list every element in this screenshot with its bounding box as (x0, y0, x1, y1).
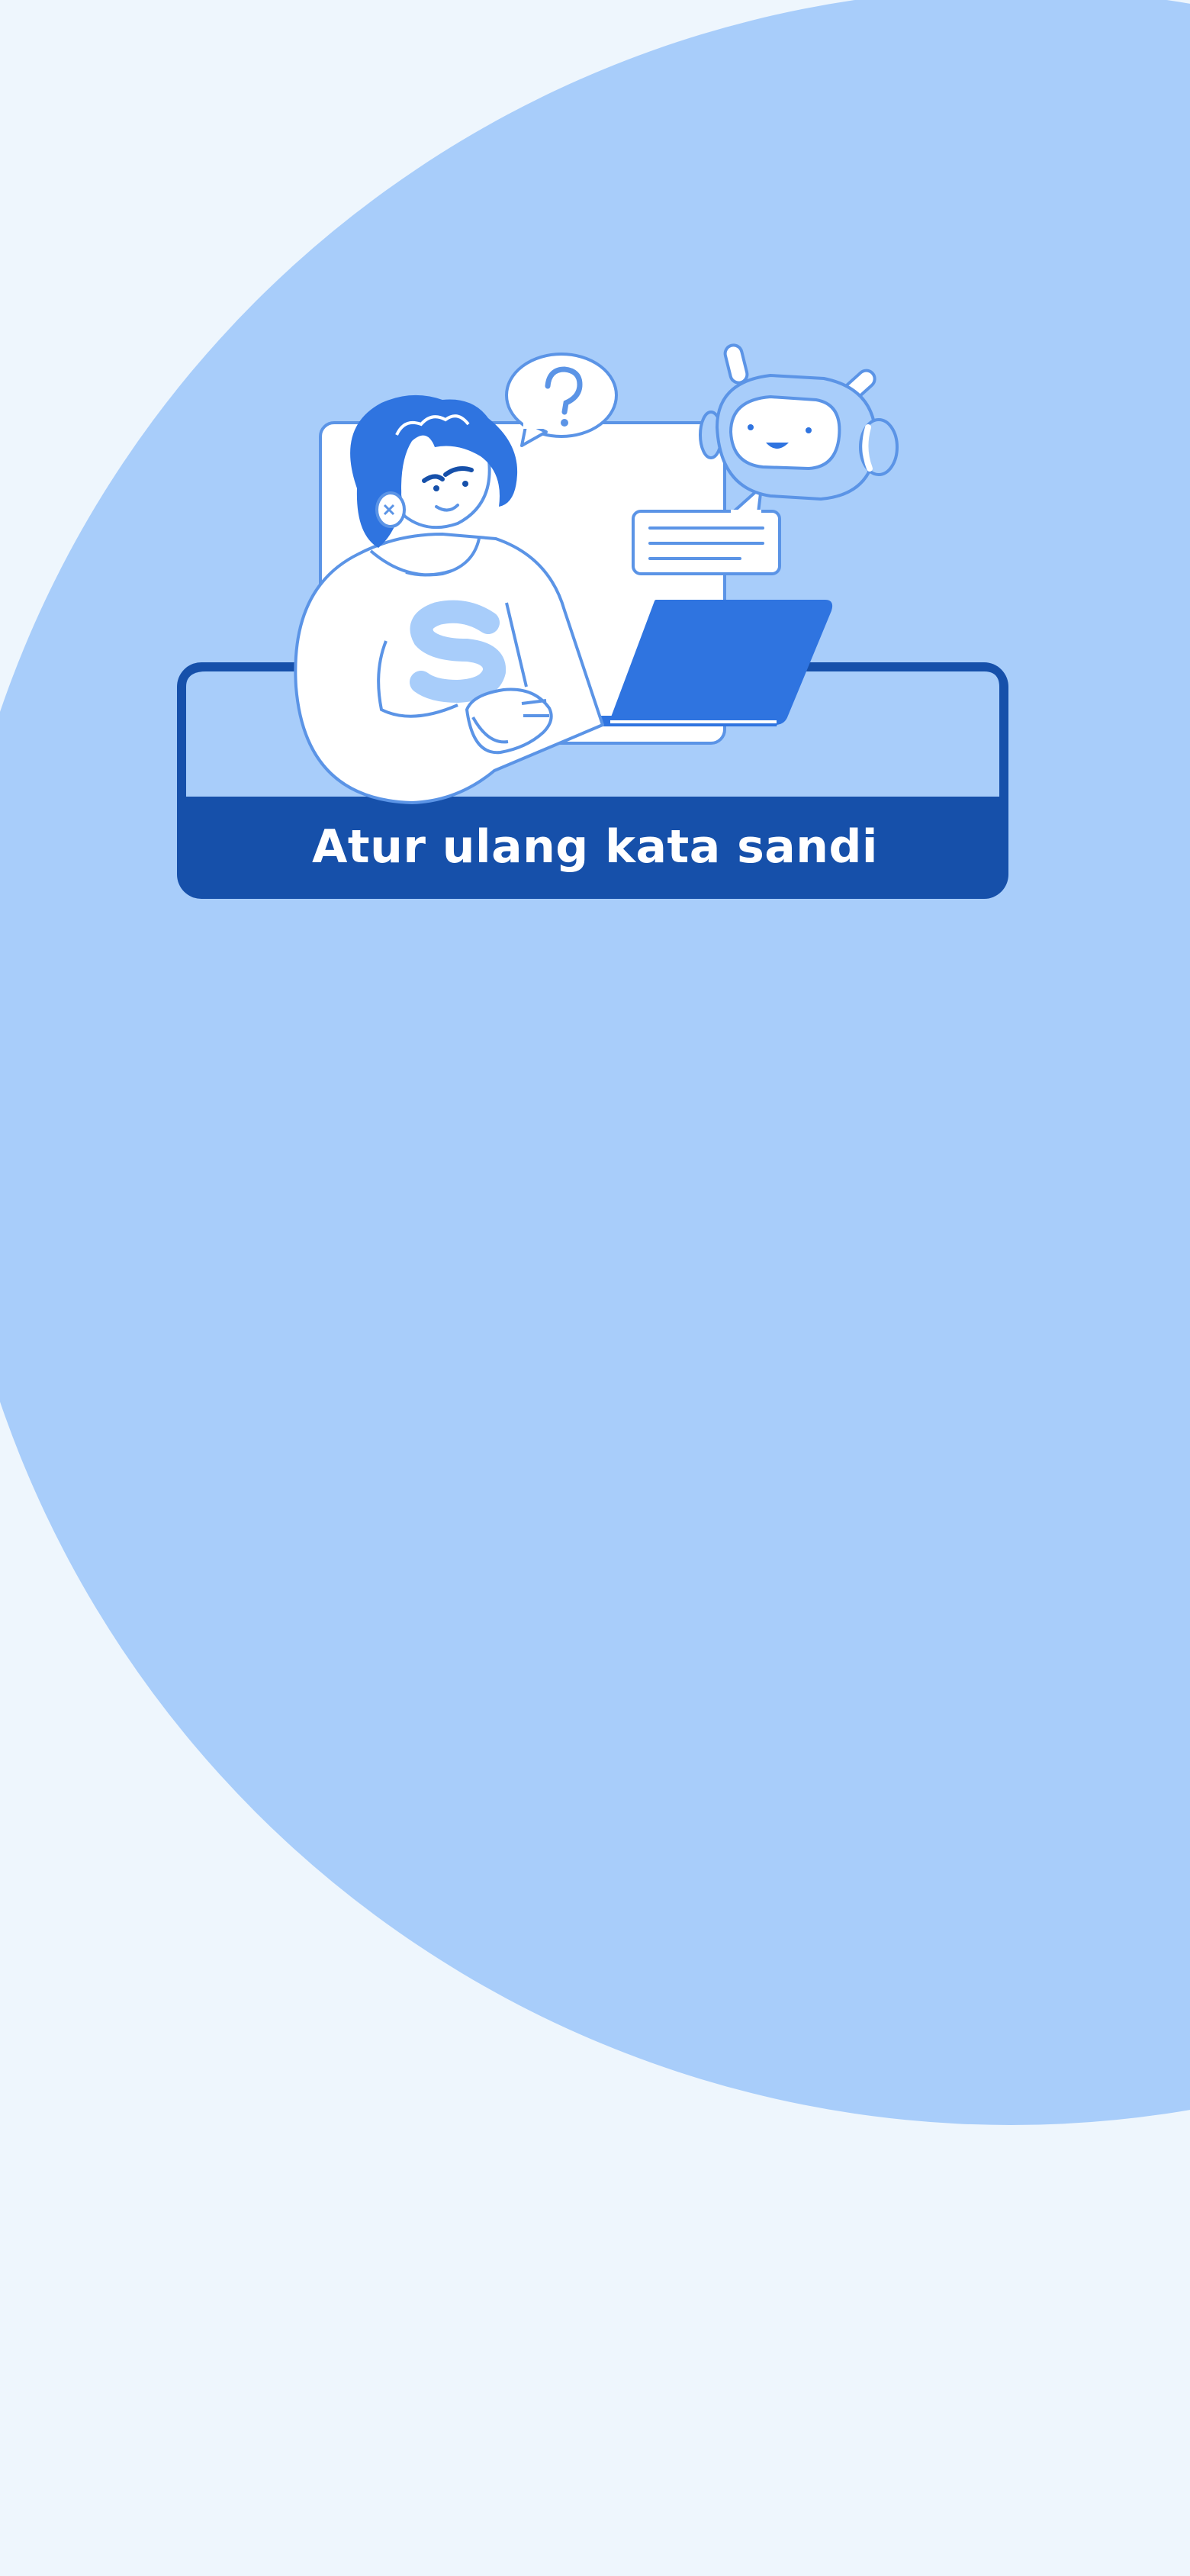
page-title: Atur ulang kata sandi (311, 820, 878, 874)
title-bar: Atur ulang kata sandi (186, 797, 1004, 897)
chatbot-icon (699, 343, 899, 501)
reset-password-screen: Atur ulang kata sandi (0, 0, 1190, 2576)
